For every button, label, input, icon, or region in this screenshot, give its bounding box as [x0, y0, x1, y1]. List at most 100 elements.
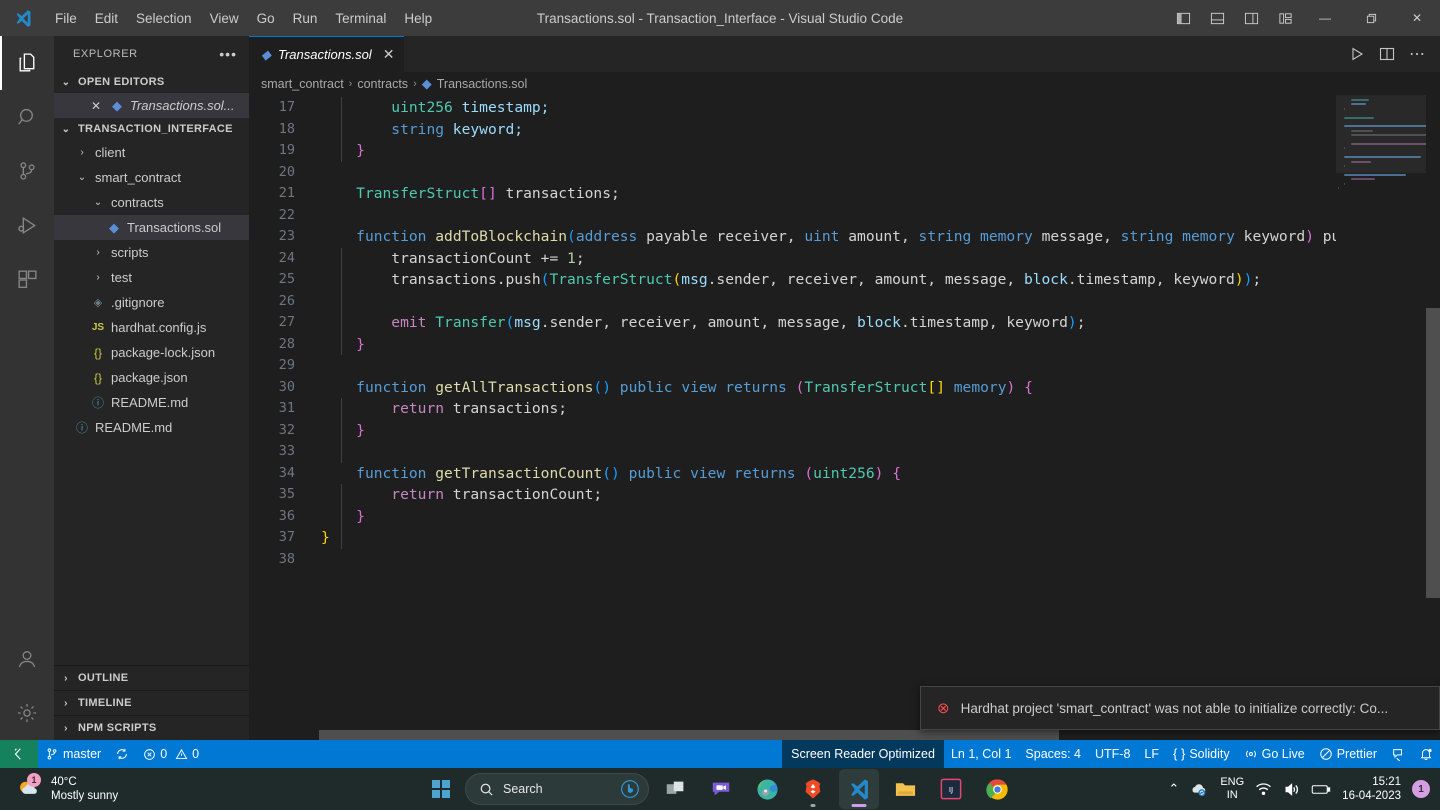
menu-help[interactable]: Help — [395, 7, 441, 30]
toggle-secondary-sidebar-icon[interactable] — [1234, 0, 1268, 36]
start-button-icon[interactable] — [423, 771, 459, 807]
tree-item-label: package.json — [111, 370, 188, 385]
tree-item-contracts[interactable]: ⌄ contracts — [54, 190, 249, 215]
code-editor[interactable]: 17 uint256 timestamp; 18 string keyword; 1… — [249, 95, 1440, 740]
customize-layout-icon[interactable] — [1268, 0, 1302, 36]
tray-chevron-up-icon[interactable]: ⌃ — [1168, 781, 1179, 797]
tab-close-icon[interactable]: ✕ — [383, 46, 395, 63]
remote-indicator[interactable] — [0, 740, 38, 768]
menu-selection[interactable]: Selection — [127, 7, 201, 30]
minimap-line — [1350, 178, 1375, 181]
explorer-more-actions-icon[interactable]: ••• — [219, 46, 237, 62]
status-encoding[interactable]: UTF-8 — [1088, 740, 1137, 768]
tree-item-transactions-sol[interactable]: ◆ Transactions.sol — [54, 215, 249, 240]
editor-vertical-scrollbar[interactable] — [1426, 95, 1440, 740]
taskbar-weather-widget[interactable]: 1 40°C Mostly sunny — [0, 773, 118, 803]
status-prettier[interactable]: Prettier — [1312, 740, 1384, 768]
activity-manage-gear[interactable] — [0, 686, 54, 740]
menu-run[interactable]: Run — [284, 7, 327, 30]
tree-item-scripts[interactable]: › scripts — [54, 240, 249, 265]
battery-icon[interactable] — [1311, 781, 1331, 798]
activity-source-control[interactable] — [0, 144, 54, 198]
tray-notification-badge[interactable]: 1 — [1412, 780, 1430, 798]
bing-chat-icon[interactable] — [620, 779, 640, 799]
taskbar-brave-browser[interactable] — [793, 769, 833, 809]
tree-item-package-lock-json[interactable]: {} package-lock.json — [54, 340, 249, 365]
taskbar-visual-studio-code[interactable] — [839, 769, 879, 809]
volume-icon[interactable] — [1283, 781, 1300, 798]
activity-search[interactable] — [0, 90, 54, 144]
editor-horizontal-scrollbar[interactable] — [319, 730, 1336, 740]
title-bar: File Edit Selection View Go Run Terminal… — [0, 0, 1440, 36]
status-screen-reader[interactable]: Screen Reader Optimized — [782, 740, 944, 768]
wifi-icon[interactable] — [1255, 781, 1272, 798]
taskbar-intellij-idea[interactable]: IJ — [931, 769, 971, 809]
minimize-button[interactable]: — — [1302, 0, 1348, 36]
toggle-panel-icon[interactable] — [1200, 0, 1234, 36]
section-timeline[interactable]: › TIMELINE — [54, 690, 249, 715]
toggle-primary-sidebar-icon[interactable] — [1166, 0, 1200, 36]
activity-extensions[interactable] — [0, 252, 54, 306]
tree-item-gitignore[interactable]: ◈ .gitignore — [54, 290, 249, 315]
tree-item-smart-contract[interactable]: ⌄ smart_contract — [54, 165, 249, 190]
section-npm-scripts[interactable]: › NPM SCRIPTS — [54, 715, 249, 740]
tree-item-readme-root[interactable]: ⓘ README.md — [54, 415, 249, 440]
tree-item-test[interactable]: › test — [54, 265, 249, 290]
menu-view[interactable]: View — [201, 7, 248, 30]
breadcrumb-file[interactable]: Transactions.sol — [437, 77, 528, 91]
notification-toast[interactable]: ⊗ Hardhat project 'smart_contract' was n… — [920, 686, 1440, 730]
menu-file[interactable]: File — [46, 7, 86, 30]
status-go-live[interactable]: Go Live — [1237, 740, 1312, 768]
cloud-sync-icon[interactable] — [1190, 780, 1209, 799]
minimap-line — [1338, 187, 1339, 189]
status-sync[interactable] — [108, 740, 136, 768]
status-cursor-position[interactable]: Ln 1, Col 1 — [944, 740, 1018, 768]
section-project-root[interactable]: ⌄ TRANSACTION_INTERFACE — [54, 118, 249, 140]
close-icon[interactable]: ✕ — [88, 99, 104, 113]
tree-item-hardhat-config[interactable]: JS hardhat.config.js — [54, 315, 249, 340]
taskbar-search-box[interactable]: Search — [465, 773, 649, 805]
breadcrumb-smart-contract[interactable]: smart_contract — [261, 77, 344, 91]
code-line: } — [356, 335, 365, 353]
section-outline[interactable]: › OUTLINE — [54, 665, 249, 690]
taskbar-google-chrome[interactable] — [977, 769, 1017, 809]
activity-accounts[interactable] — [0, 632, 54, 686]
status-problems[interactable]: 0 0 — [136, 740, 206, 768]
scrollbar-thumb[interactable] — [1426, 308, 1440, 598]
minimap-slider[interactable] — [1336, 95, 1426, 173]
status-language-mode[interactable]: { } Solidity — [1166, 740, 1237, 768]
split-editor-button[interactable] — [1372, 36, 1402, 72]
tree-item-label: README.md — [111, 395, 189, 410]
taskbar-teams-chat[interactable] — [701, 769, 741, 809]
restore-button[interactable] — [1348, 0, 1394, 36]
tab-transactions-sol[interactable]: ◆ Transactions.sol ✕ — [249, 36, 405, 72]
close-button[interactable]: ✕ — [1394, 0, 1440, 36]
taskbar-microsoft-edge[interactable] — [747, 769, 787, 809]
minimap[interactable] — [1336, 95, 1426, 740]
status-eol[interactable]: LF — [1137, 740, 1166, 768]
menu-go[interactable]: Go — [248, 7, 284, 30]
run-button[interactable] — [1342, 36, 1372, 72]
status-indentation[interactable]: Spaces: 4 — [1018, 740, 1088, 768]
menu-terminal[interactable]: Terminal — [326, 7, 395, 30]
status-feedback[interactable] — [1384, 740, 1412, 768]
open-editor-item[interactable]: ✕ ◆ Transactions.sol... — [54, 93, 249, 118]
tray-language-indicator[interactable]: ENG IN — [1220, 776, 1244, 802]
tree-item-client[interactable]: › client — [54, 140, 249, 165]
status-notifications-bell[interactable] — [1412, 740, 1440, 768]
activity-explorer[interactable] — [0, 36, 54, 90]
tree-item-package-json[interactable]: {} package.json — [54, 365, 249, 390]
scrollbar-thumb[interactable] — [319, 730, 1059, 740]
taskbar-file-explorer[interactable] — [885, 769, 925, 809]
status-branch[interactable]: master — [38, 740, 108, 768]
code-line: transactionCount += 1; — [391, 249, 585, 267]
section-open-editors[interactable]: ⌄ OPEN EDITORS — [54, 71, 249, 93]
tray-clock[interactable]: 15:21 16-04-2023 — [1342, 775, 1401, 803]
breadcrumb-contracts[interactable]: contracts — [357, 77, 408, 91]
activity-run-debug[interactable] — [0, 198, 54, 252]
taskbar-task-view[interactable] — [655, 769, 695, 809]
tree-item-readme-inner[interactable]: ⓘ README.md — [54, 390, 249, 415]
menu-edit[interactable]: Edit — [86, 7, 127, 30]
code-line: } — [321, 529, 330, 546]
editor-more-actions-button[interactable]: ⋯ — [1402, 36, 1432, 72]
